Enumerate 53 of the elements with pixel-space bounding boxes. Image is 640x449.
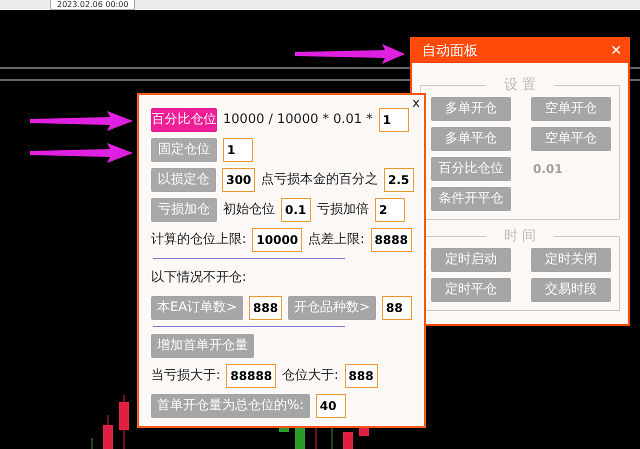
action-button[interactable]: 定时关闭 xyxy=(531,248,611,272)
input-field[interactable]: 88 xyxy=(382,296,412,320)
action-button[interactable]: 交易时段 xyxy=(531,278,611,302)
label-text: 以下情况不开仓: xyxy=(151,269,246,288)
action-button[interactable]: 条件开平仓 xyxy=(431,187,511,211)
label-text: 亏损加倍 xyxy=(317,201,369,220)
input-field[interactable]: 300 xyxy=(222,168,255,192)
candle xyxy=(279,428,289,432)
group-title: 设 置 xyxy=(502,76,538,95)
mode-button[interactable]: 以损定仓 xyxy=(151,168,216,192)
close-button[interactable]: ✕ xyxy=(610,44,622,58)
label-text: 当亏损大于: xyxy=(151,367,220,386)
candle xyxy=(103,414,113,449)
action-button[interactable]: 多单平仓 xyxy=(431,127,511,151)
candle xyxy=(343,432,353,449)
action-button[interactable]: 首单开仓量为总仓位的%: xyxy=(151,394,310,418)
mode-button[interactable]: 固定仓位 xyxy=(151,138,217,162)
input-field[interactable]: 8888 xyxy=(370,228,412,252)
input-field[interactable]: 40 xyxy=(316,394,346,418)
input-field[interactable]: 88888 xyxy=(226,364,276,388)
action-button[interactable]: 本EA订单数> xyxy=(151,296,243,320)
label-text: 点差上限: xyxy=(308,231,365,250)
label-text: 仓位大于: xyxy=(282,367,339,386)
action-button[interactable]: 定时启动 xyxy=(431,248,511,272)
action-button[interactable]: 多单开仓 xyxy=(431,97,511,121)
input-field[interactable]: 888 xyxy=(344,364,378,388)
action-button[interactable]: 开仓品种数> xyxy=(288,296,376,320)
label-text: 10000 / 10000 * 0.01 * xyxy=(223,111,373,130)
action-button[interactable]: 空单平仓 xyxy=(531,127,611,151)
panel-title: 自动面板 xyxy=(422,42,478,60)
candle xyxy=(119,394,129,449)
action-button[interactable]: 定时平仓 xyxy=(431,278,511,302)
candle xyxy=(359,428,369,436)
input-field[interactable]: 2 xyxy=(375,198,405,222)
candle xyxy=(295,428,305,449)
action-button[interactable]: 增加首单开仓量 xyxy=(151,334,254,358)
input-field[interactable]: 1 xyxy=(378,108,409,132)
action-button[interactable]: 空单开仓 xyxy=(531,97,611,121)
group-title: 时 间 xyxy=(502,227,538,246)
close-button[interactable]: x xyxy=(412,94,420,114)
label-text: 点亏损本金的百分之 xyxy=(261,171,378,190)
label-text: 初始仓位 xyxy=(223,201,275,220)
input-field[interactable]: 0.1 xyxy=(281,198,311,222)
input-field[interactable]: 10000 xyxy=(252,228,302,252)
action-button[interactable]: 百分比仓位 xyxy=(431,157,511,181)
value-text: 0.01 xyxy=(532,161,564,178)
label-text: 计算的仓位上限: xyxy=(151,231,246,250)
date-field[interactable]: 2023.02.06 00:00 xyxy=(50,0,136,10)
mode-button[interactable]: 亏损加仓 xyxy=(151,198,217,222)
input-field[interactable]: 2.5 xyxy=(384,168,414,192)
input-field[interactable]: 888 xyxy=(249,296,282,320)
mode-button[interactable]: 百分比仓位 xyxy=(151,108,217,132)
input-field[interactable]: 1 xyxy=(223,138,253,162)
